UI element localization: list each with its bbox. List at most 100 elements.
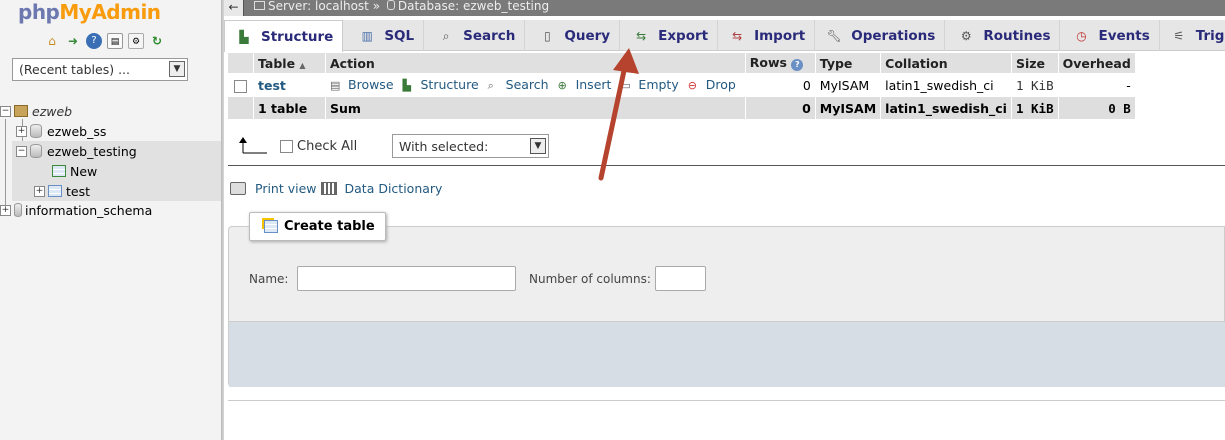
table-name-input[interactable] xyxy=(297,266,516,291)
logout-icon[interactable]: ➜ xyxy=(65,33,81,49)
size-cell[interactable]: 1 KiB xyxy=(1011,73,1059,97)
empty-action[interactable]: ▭ Empty xyxy=(620,77,678,92)
tab-search[interactable]: ⌕ Search xyxy=(424,20,526,51)
breadcrumb-path: Server: localhost » Database: ezweb_test… xyxy=(254,0,549,13)
row-select-cell xyxy=(228,73,254,97)
tab-routines[interactable]: ⚙ Routines xyxy=(945,20,1061,51)
type-cell: MyISAM xyxy=(815,73,882,97)
nav-icon-bar: ⌂ ➜ ? ▤ ⚙ ↻ xyxy=(44,33,165,49)
chevron-down-icon[interactable]: ▼ xyxy=(530,138,546,154)
num-columns-input[interactable] xyxy=(655,266,706,291)
overhead-cell: - xyxy=(1058,73,1136,97)
tab-structure[interactable]: ▙ Structure xyxy=(224,20,344,52)
drop-icon: ⊖ xyxy=(687,79,697,92)
with-selected-select[interactable]: With selected: ▼ xyxy=(392,134,549,158)
home-icon[interactable]: ⌂ xyxy=(44,33,60,49)
search-action[interactable]: ⌕ Search xyxy=(488,77,549,92)
print-links: Print view Data Dictionary xyxy=(230,181,442,196)
header-rows[interactable]: Rows ? xyxy=(745,53,816,73)
tree-item-test[interactable]: + test xyxy=(12,181,221,201)
main-tabs: ▙ Structure ▥ SQL ⌕ Search ▯ Query ⇆ Export ⇆… xyxy=(224,20,1225,52)
new-table-icon xyxy=(52,165,66,177)
insert-action[interactable]: ⊕ Insert xyxy=(558,77,612,92)
header-type[interactable]: Type xyxy=(815,53,882,73)
arrow-left-icon[interactable]: ← xyxy=(224,0,244,16)
collapse-icon[interactable]: − xyxy=(16,145,27,157)
with-selected-value: With selected: xyxy=(399,139,489,154)
tab-import[interactable]: ⇆ Import xyxy=(718,20,816,51)
tab-triggers[interactable]: ⚟ Triggers xyxy=(1160,20,1225,51)
action-label: Browse xyxy=(348,77,394,92)
table-row: test ▤ Browse ▙ Structure ⌕ Search ⊕ Insert … xyxy=(228,73,1136,97)
browse-action[interactable]: ▤ Browse xyxy=(330,77,394,92)
header-overhead[interactable]: Overhead xyxy=(1058,53,1136,73)
wrench-icon: 🔧︎ xyxy=(826,28,842,43)
tree-item-ezweb-testing[interactable]: − ezweb_testing xyxy=(12,141,221,161)
tree-item-ezweb[interactable]: − ezweb xyxy=(0,101,221,121)
nav-resize-handle[interactable] xyxy=(221,0,224,440)
recent-tables-select[interactable]: (Recent tables) ... ▼ xyxy=(12,58,188,81)
logo-myadmin-text: MyAdmin xyxy=(59,0,161,24)
database-icon xyxy=(30,144,42,158)
tab-label: Import xyxy=(754,27,806,44)
create-table-form xyxy=(228,226,1225,387)
phpmyadmin-logo[interactable]: phpMyAdmin xyxy=(18,0,161,24)
num-columns-label: Number of columns: xyxy=(529,272,651,286)
header-size[interactable]: Size xyxy=(1011,53,1059,73)
tab-label: Routines xyxy=(983,27,1051,44)
tree-item-ezweb-ss[interactable]: + ezweb_ss xyxy=(16,121,221,141)
chevron-down-icon[interactable]: ▼ xyxy=(169,61,185,77)
tab-query[interactable]: ▯ Query xyxy=(525,20,621,51)
tables-list: Table ▲ Action Rows ? Type Collation Siz… xyxy=(228,53,1136,119)
header-label: Type xyxy=(819,55,853,71)
structure-action[interactable]: ▙ Structure xyxy=(403,77,479,92)
row-checkbox[interactable] xyxy=(234,79,247,93)
help-icon[interactable]: ? xyxy=(791,59,804,71)
drop-action[interactable]: ⊖ Drop xyxy=(688,77,736,92)
tree-item-new[interactable]: New xyxy=(12,161,221,181)
breadcrumb-server[interactable]: Server: localhost xyxy=(268,0,369,13)
collapse-icon[interactable]: − xyxy=(0,105,11,117)
check-all-control[interactable]: Check All xyxy=(280,139,357,154)
header-label: Collation xyxy=(885,55,948,71)
breadcrumb-database[interactable]: Database: ezweb_testing xyxy=(398,0,549,13)
tab-events[interactable]: ◷ Events xyxy=(1060,20,1160,51)
header-label: Size xyxy=(1015,55,1046,71)
header-collation[interactable]: Collation xyxy=(881,53,1012,73)
tab-operations[interactable]: 🔧︎ Operations xyxy=(815,20,946,51)
check-all-checkbox[interactable] xyxy=(280,140,293,153)
tab-label: Structure xyxy=(261,28,334,45)
header-label: Overhead xyxy=(1062,55,1131,71)
row-actions: ▤ Browse ▙ Structure ⌕ Search ⊕ Insert ▭ Empt… xyxy=(326,73,746,97)
tab-export[interactable]: ⇆ Export xyxy=(620,20,719,51)
tree-item-label: ezweb_ss xyxy=(47,123,107,139)
tab-sql[interactable]: ▥ SQL xyxy=(343,20,425,51)
structure-icon: ▙ xyxy=(402,79,411,92)
header-table[interactable]: Table ▲ xyxy=(254,53,326,73)
name-label: Name: xyxy=(249,272,289,286)
data-dictionary-link[interactable]: Data Dictionary xyxy=(345,181,443,196)
table-sum-row: 1 table Sum 0 MyISAM latin1_swedish_ci 1… xyxy=(228,97,1136,119)
routines-icon: ⚙ xyxy=(960,28,972,43)
triggers-icon: ⚟ xyxy=(1173,28,1185,43)
sum-rows: 0 xyxy=(745,97,816,119)
table-name-link[interactable]: test xyxy=(254,73,326,97)
tab-label: Events xyxy=(1098,27,1150,44)
expand-icon[interactable]: + xyxy=(34,185,45,197)
form-footer xyxy=(229,321,1225,387)
print-view-link[interactable]: Print view xyxy=(255,181,317,196)
tab-label: Operations xyxy=(851,27,936,44)
database-icon xyxy=(14,203,22,217)
settings-icon[interactable]: ⚙ xyxy=(128,33,144,49)
reload-icon[interactable]: ↻ xyxy=(149,33,165,49)
tab-label: Search xyxy=(463,27,516,44)
bulk-actions-row: Check All With selected: ▼ xyxy=(238,134,638,158)
action-label: Empty xyxy=(638,77,679,92)
expand-icon[interactable]: + xyxy=(0,204,11,216)
expand-icon[interactable]: + xyxy=(16,125,27,137)
create-table-legend: Create table xyxy=(249,212,386,241)
data-dictionary-icon xyxy=(320,182,337,195)
tree-item-information-schema[interactable]: + information_schema xyxy=(0,200,221,220)
help-icon[interactable]: ? xyxy=(86,33,102,49)
docs-icon[interactable]: ▤ xyxy=(107,33,123,49)
